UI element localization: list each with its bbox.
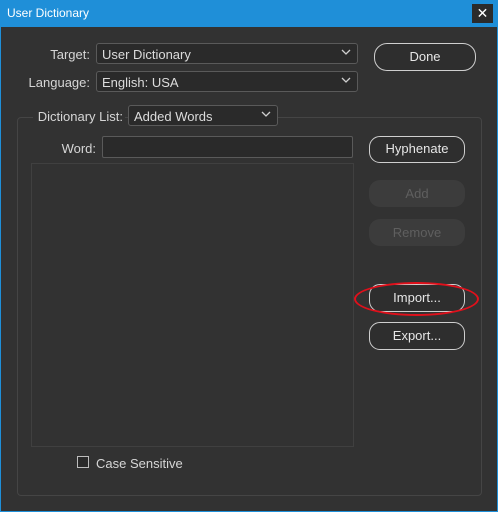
- chevron-down-icon: [261, 111, 271, 117]
- title-bar: User Dictionary ✕: [0, 0, 498, 27]
- target-label: Target:: [50, 47, 90, 62]
- word-label: Word:: [61, 141, 96, 156]
- dictionary-list-value: Added Words: [134, 109, 213, 124]
- add-button[interactable]: Add: [369, 180, 465, 207]
- language-label: Language:: [28, 75, 90, 90]
- chevron-down-icon: [341, 49, 351, 55]
- language-dropdown[interactable]: English: USA: [96, 71, 358, 92]
- done-button[interactable]: Done: [374, 43, 476, 71]
- target-value: User Dictionary: [102, 47, 191, 62]
- close-button[interactable]: ✕: [472, 4, 493, 23]
- export-button[interactable]: Export...: [369, 322, 465, 350]
- chevron-down-icon: [341, 77, 351, 83]
- language-value: English: USA: [102, 75, 179, 90]
- word-input[interactable]: [102, 136, 353, 158]
- window-title: User Dictionary: [7, 6, 90, 20]
- word-list[interactable]: [31, 163, 354, 447]
- remove-button[interactable]: Remove: [369, 219, 465, 246]
- highlight-ellipse: [354, 282, 479, 316]
- case-sensitive-checkbox[interactable]: [77, 456, 89, 468]
- target-dropdown[interactable]: User Dictionary: [96, 43, 358, 64]
- dictionary-list-dropdown[interactable]: Added Words: [128, 105, 278, 126]
- dictionary-list-label: Dictionary List:: [33, 109, 125, 124]
- hyphenate-button[interactable]: Hyphenate: [369, 136, 465, 163]
- case-sensitive-label[interactable]: Case Sensitive: [96, 456, 183, 471]
